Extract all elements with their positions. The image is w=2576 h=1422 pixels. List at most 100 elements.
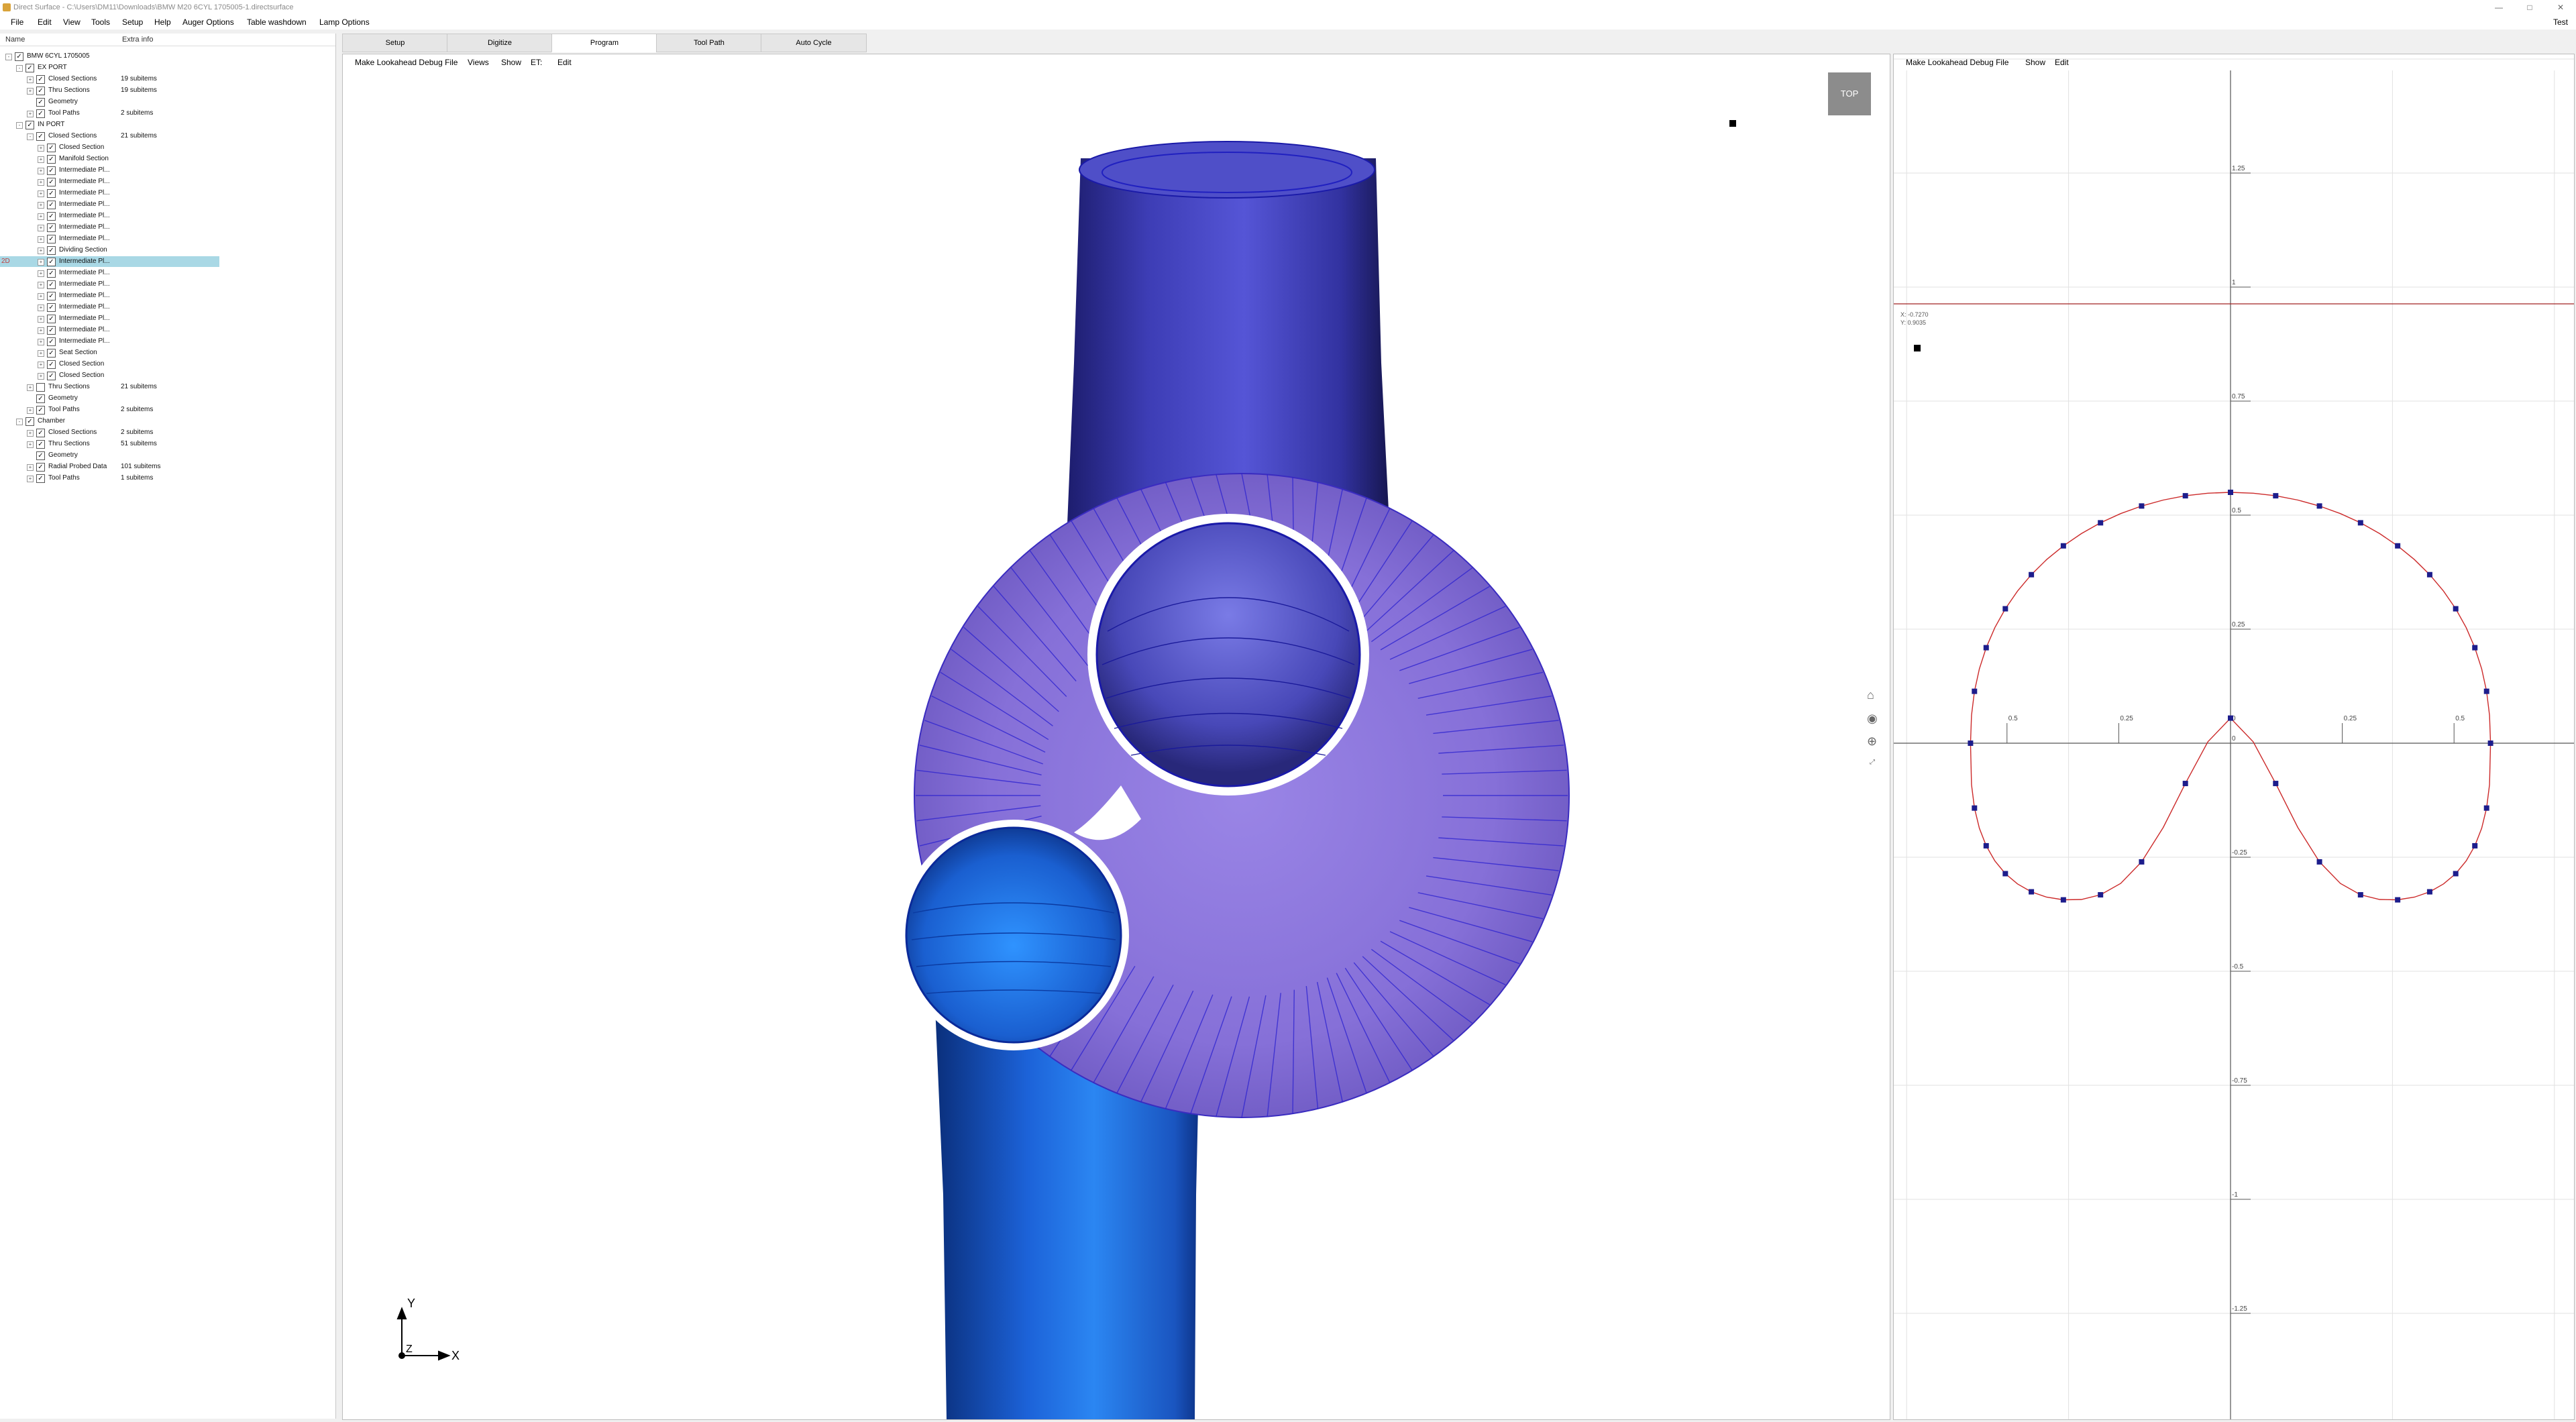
tree-item[interactable]: + ✓ Closed Section [0, 359, 335, 370]
menu-help[interactable]: Help [153, 15, 172, 30]
3d-viewport[interactable]: Make Lookahead Debug File Views Show ET:… [342, 54, 1890, 1420]
tree-expander-icon[interactable]: + [38, 213, 44, 220]
tree-item[interactable]: + ✓ Thru Sections 51 subitems [0, 439, 335, 449]
tree-item[interactable]: + ✓ Intermediate Pl... [0, 233, 335, 244]
tree-item[interactable]: ✓ Geometry [0, 393, 335, 404]
tree-expander-icon[interactable]: + [38, 270, 44, 277]
tree-expander-icon[interactable]: - [5, 54, 12, 60]
tree-item[interactable]: + ✓ Dividing Section [0, 245, 335, 256]
tree-expander-icon[interactable]: + [27, 384, 34, 391]
tree-checkbox[interactable]: ✓ [25, 64, 34, 72]
tree-item[interactable]: + ✓ Tool Paths 2 subitems [0, 404, 335, 415]
tree-expander-icon[interactable]: - [16, 65, 23, 72]
tree-expander-icon[interactable]: + [27, 76, 34, 83]
zoom-icon[interactable]: ⊕ [1867, 734, 1877, 749]
minimize-button[interactable]: — [2483, 0, 2514, 15]
menu-lamp-options[interactable]: Lamp Options [318, 15, 371, 30]
tree-item[interactable]: ✓ Geometry [0, 97, 335, 107]
tree-checkbox[interactable]: ✓ [36, 451, 45, 460]
tree-expander-icon[interactable]: + [38, 202, 44, 209]
tree-checkbox[interactable]: ✓ [47, 166, 56, 175]
tree-checkbox[interactable]: ✓ [36, 109, 45, 118]
tree-expander-icon[interactable]: + [38, 373, 44, 380]
tree-expander-icon[interactable]: + [38, 225, 44, 231]
tree-item[interactable]: + ✓ Intermediate Pl... [0, 268, 335, 278]
tree-checkbox[interactable]: ✓ [47, 349, 56, 358]
tree-item[interactable]: + ✓ Radial Probed Data 101 subitems [0, 461, 335, 472]
tree-expander-icon[interactable]: + [38, 179, 44, 186]
tree-checkbox[interactable]: ✓ [36, 406, 45, 415]
tab-tool-path[interactable]: Tool Path [656, 34, 762, 52]
tree-item[interactable]: + ✓ Closed Section [0, 142, 335, 153]
tree-item[interactable]: + ✓ Manifold Section [0, 154, 335, 164]
tree-expander-icon[interactable]: + [38, 362, 44, 368]
tree-checkbox[interactable]: ✓ [25, 121, 34, 129]
menu-view[interactable]: View [62, 15, 82, 30]
tree-checkbox[interactable]: ✓ [47, 201, 56, 209]
tree-item[interactable]: + ✓ Thru Sections 19 subitems [0, 85, 335, 96]
tree-expander-icon[interactable]: + [27, 88, 34, 95]
tree-item[interactable]: + ✓ Closed Sections 2 subitems [0, 427, 335, 438]
tree-checkbox[interactable]: ✓ [47, 212, 56, 221]
tree-checkbox[interactable]: ✓ [47, 223, 56, 232]
tree-checkbox[interactable]: ✓ [47, 360, 56, 369]
tree-expander-icon[interactable]: + [38, 156, 44, 163]
tree-item[interactable]: + ✓ Tool Paths 2 subitems [0, 108, 335, 119]
tree-checkbox[interactable]: ✓ [47, 280, 56, 289]
fit-view-icon[interactable]: ⤢ [1870, 759, 1875, 766]
tree-checkbox[interactable]: ✓ [47, 337, 56, 346]
menu-test[interactable]: Test [2553, 15, 2568, 30]
tree-expander-icon[interactable]: + [38, 339, 44, 345]
tree-item[interactable]: 2D + ✓ Intermediate Pl... [0, 256, 219, 267]
tree-item[interactable]: + Thru Sections 21 subitems [0, 382, 335, 392]
tree-checkbox[interactable]: ✓ [25, 417, 34, 426]
tree-checkbox[interactable]: ✓ [47, 315, 56, 323]
tab-digitize[interactable]: Digitize [447, 34, 553, 52]
tree-expander-icon[interactable]: + [38, 282, 44, 288]
tree-expander-icon[interactable]: - [16, 419, 23, 425]
tree-checkbox[interactable]: ✓ [47, 303, 56, 312]
tree-expander-icon[interactable]: + [27, 430, 34, 437]
tree-expander-icon[interactable]: + [38, 293, 44, 300]
tree-item[interactable]: + ✓ Intermediate Pl... [0, 290, 335, 301]
tree-item[interactable]: + ✓ Intermediate Pl... [0, 302, 335, 313]
menu-setup[interactable]: Setup [121, 15, 144, 30]
section-plot-panel[interactable]: Make Lookahead Debug File Show Edit 1.25… [1893, 54, 2575, 1420]
tree-expander-icon[interactable]: + [27, 111, 34, 117]
tree-checkbox[interactable]: ✓ [36, 463, 45, 472]
tree-expander-icon[interactable]: + [38, 190, 44, 197]
tree-item[interactable]: - ✓ IN PORT [0, 119, 335, 130]
tree-item[interactable]: + ✓ Intermediate Pl... [0, 211, 335, 221]
tree-item[interactable]: + ✓ Seat Section [0, 347, 335, 358]
tree-expander-icon[interactable]: + [27, 476, 34, 482]
tab-setup[interactable]: Setup [342, 34, 448, 52]
tree-checkbox[interactable]: ✓ [47, 246, 56, 255]
menu-auger-options[interactable]: Auger Options [181, 15, 235, 30]
home-icon[interactable]: ⌂ [1867, 688, 1874, 702]
tree-item[interactable]: - ✓ Chamber [0, 416, 335, 427]
tree-item[interactable]: + ✓ Intermediate Pl... [0, 313, 335, 324]
maximize-button[interactable]: □ [2514, 0, 2545, 15]
tree-checkbox[interactable]: ✓ [36, 429, 45, 437]
tree-item[interactable]: + ✓ Closed Sections 19 subitems [0, 74, 335, 85]
tree-item[interactable]: + ✓ Intermediate Pl... [0, 336, 335, 347]
tree-col-extra[interactable]: Extra info [122, 34, 153, 46]
menu-edit[interactable]: Edit [36, 15, 53, 30]
tree-checkbox[interactable]: ✓ [36, 474, 45, 483]
tree-checkbox[interactable]: ✓ [47, 258, 56, 266]
menu-file[interactable]: File [9, 15, 25, 30]
tree-col-name[interactable]: Name [5, 34, 25, 46]
tree-expander-icon[interactable]: - [27, 133, 34, 140]
tree-checkbox[interactable] [36, 383, 45, 392]
tree-checkbox[interactable]: ✓ [47, 372, 56, 380]
tree-checkbox[interactable]: ✓ [47, 235, 56, 243]
tree-checkbox[interactable]: ✓ [36, 98, 45, 107]
tree-checkbox[interactable]: ✓ [47, 178, 56, 186]
orbit-icon[interactable]: ◉ [1867, 712, 1878, 726]
tree-item[interactable]: + ✓ Intermediate Pl... [0, 199, 335, 210]
tree-item[interactable]: - ✓ BMW 6CYL 1705005 [0, 51, 335, 62]
tree-checkbox[interactable]: ✓ [47, 326, 56, 335]
tree-checkbox[interactable]: ✓ [36, 75, 45, 84]
tree-checkbox[interactable]: ✓ [47, 144, 56, 152]
menu-table-washdown[interactable]: Table washdown [246, 15, 308, 30]
